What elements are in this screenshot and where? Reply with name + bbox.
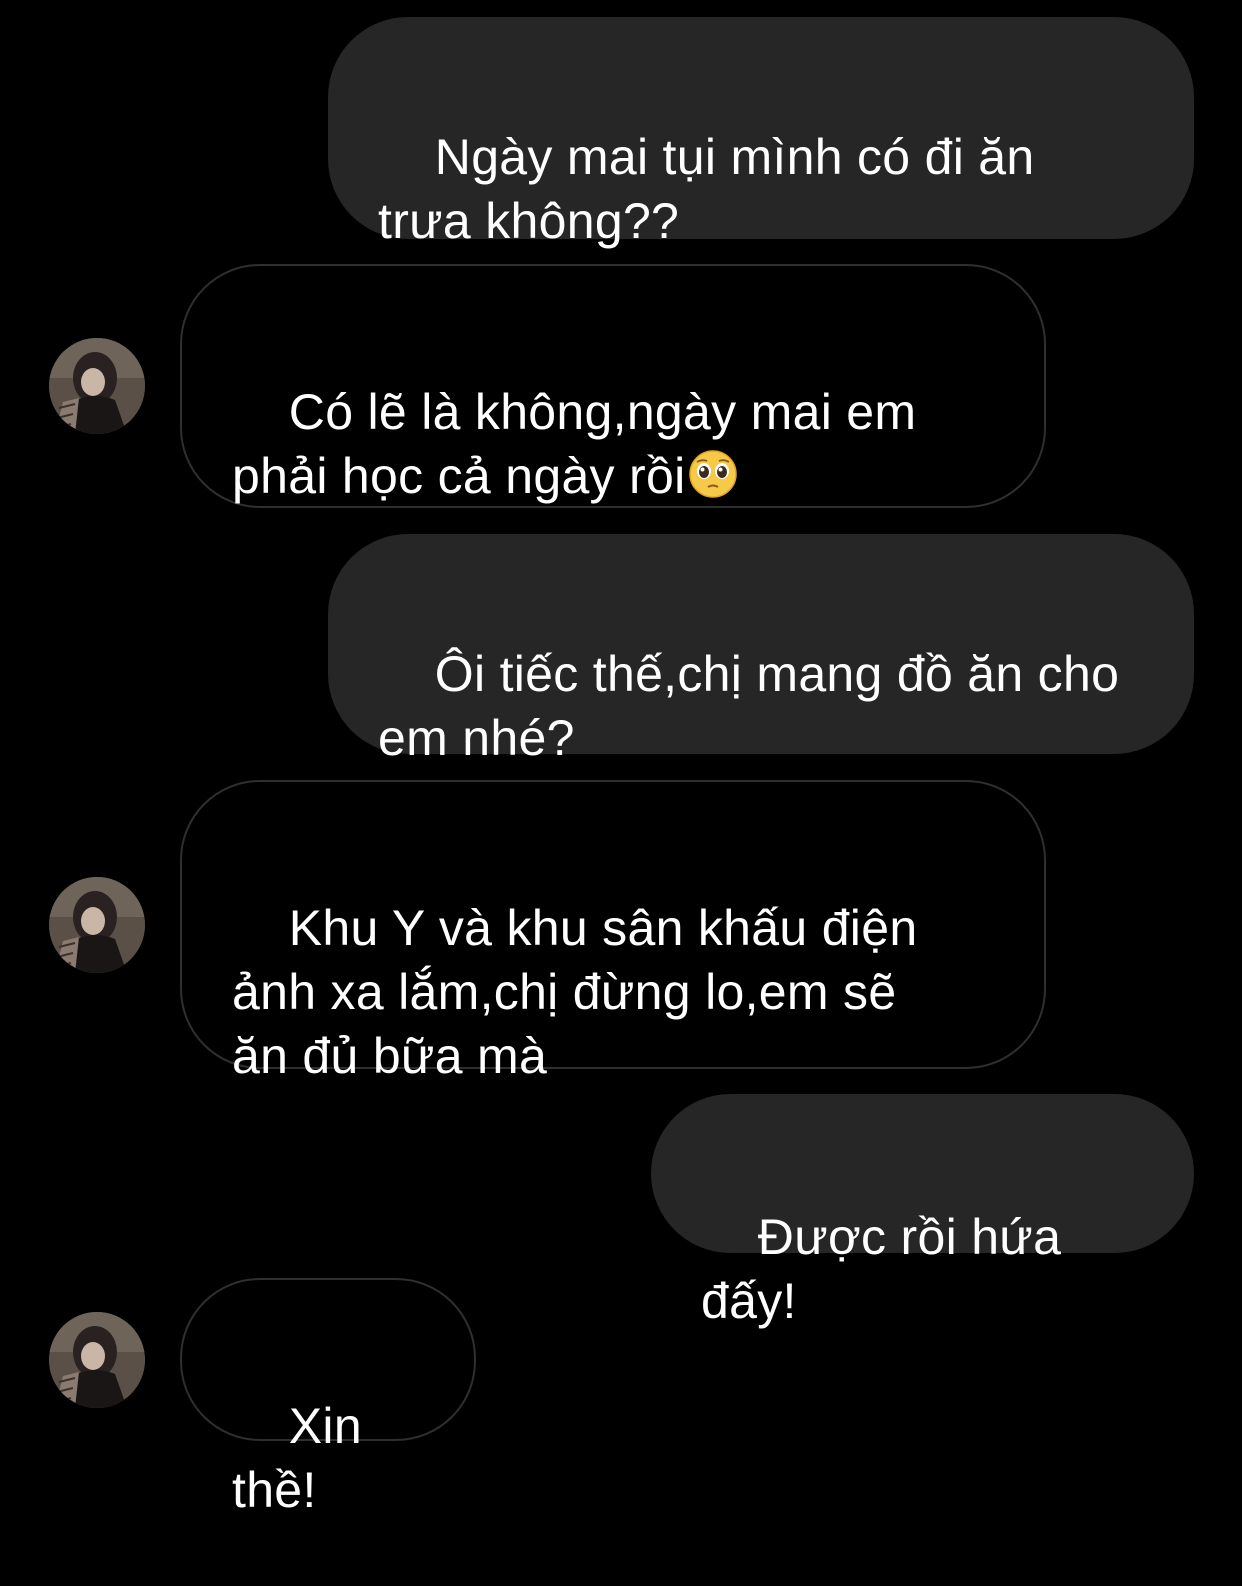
message-bubble-sent[interactable]: Ngày mai tụi mình có đi ăn trưa không?? — [328, 17, 1194, 249]
message-text: Có lẽ là không,ngày mai em phải học cả n… — [232, 384, 917, 504]
contact-avatar[interactable] — [49, 1312, 145, 1408]
avatar-photo — [49, 338, 145, 434]
message-text: Ôi tiếc thế,chị mang đồ ăn cho em nhé? — [378, 646, 1120, 766]
contact-avatar[interactable] — [49, 877, 145, 973]
message-bubble-received[interactable]: Có lẽ là không,ngày mai em phải học cả n… — [180, 264, 1046, 508]
contact-avatar[interactable] — [49, 338, 145, 434]
message-text: Ngày mai tụi mình có đi ăn trưa không?? — [378, 129, 1035, 249]
message-text: Khu Y và khu sân khấu điện ảnh xa lắm,ch… — [232, 900, 918, 1084]
pleading-face-emoji-icon — [688, 450, 737, 498]
chat-thread: Ngày mai tụi mình có đi ăn trưa không?? … — [0, 0, 1242, 1518]
message-text: Xin thề! — [232, 1398, 377, 1518]
message-bubble-sent[interactable]: Ôi tiếc thế,chị mang đồ ăn cho em nhé? — [328, 534, 1194, 766]
message-bubble-received[interactable]: Khu Y và khu sân khấu điện ảnh xa lắm,ch… — [180, 780, 1046, 1084]
message-bubble-sent[interactable]: Được rồi hứa đấy! — [651, 1094, 1194, 1329]
message-bubble-received[interactable]: Xin thề! — [180, 1278, 476, 1518]
avatar-photo — [49, 877, 145, 973]
avatar-photo — [49, 1312, 145, 1408]
message-text: Được rồi hứa đấy! — [701, 1209, 1076, 1329]
